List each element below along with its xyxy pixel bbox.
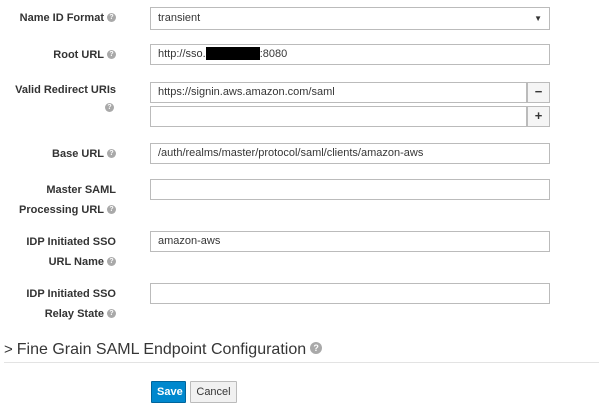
- cancel-button[interactable]: Cancel: [190, 381, 237, 403]
- redirect-uri-row: https://signin.aws.amazon.com/saml −: [150, 82, 550, 103]
- base-url-input[interactable]: /auth/realms/master/protocol/saml/client…: [150, 143, 550, 164]
- help-icon[interactable]: ?: [107, 12, 116, 22]
- master-saml-processing-url-input[interactable]: [150, 179, 550, 200]
- idp-sso-relay-state-label: IDP Initiated SSO Relay State?: [26, 288, 116, 320]
- chevron-right-icon: >: [4, 341, 13, 358]
- help-icon[interactable]: ?: [107, 49, 116, 59]
- help-icon[interactable]: ?: [107, 308, 116, 318]
- help-icon[interactable]: ?: [107, 256, 116, 266]
- redacted-block: [205, 46, 260, 60]
- section-divider: [4, 362, 599, 363]
- add-uri-button[interactable]: +: [527, 106, 550, 127]
- base-url-label: Base URL?: [52, 144, 116, 164]
- redirect-uri-row: +: [150, 106, 550, 127]
- name-id-format-select[interactable]: transient ▼: [150, 7, 550, 30]
- help-icon[interactable]: ?: [310, 341, 323, 354]
- help-icon[interactable]: ?: [107, 148, 116, 158]
- redirect-uri-input[interactable]: [150, 106, 527, 127]
- redirect-uri-input[interactable]: https://signin.aws.amazon.com/saml: [150, 82, 527, 103]
- section-title: Fine Grain SAML Endpoint Configuration: [16, 341, 307, 358]
- help-icon[interactable]: ?: [105, 102, 114, 112]
- fine-grain-section-toggle[interactable]: > Fine Grain SAML Endpoint Configuration?: [4, 339, 323, 361]
- save-button[interactable]: Save: [151, 381, 186, 403]
- root-url-input[interactable]: http://sso.:8080: [150, 44, 550, 65]
- root-url-label: Root URL?: [53, 45, 116, 65]
- idp-sso-url-name-label: IDP Initiated SSO URL Name?: [26, 236, 116, 268]
- valid-redirect-uris-label: Valid Redirect URIs ?: [15, 84, 116, 112]
- name-id-format-label: Name ID Format?: [20, 8, 116, 28]
- master-saml-processing-url-label: Master SAML Processing URL?: [19, 184, 116, 216]
- remove-uri-button[interactable]: −: [527, 82, 550, 103]
- caret-down-icon: ▼: [534, 14, 542, 23]
- idp-sso-url-name-input[interactable]: amazon-aws: [150, 231, 550, 252]
- idp-sso-relay-state-input[interactable]: [150, 283, 550, 304]
- help-icon[interactable]: ?: [107, 204, 116, 214]
